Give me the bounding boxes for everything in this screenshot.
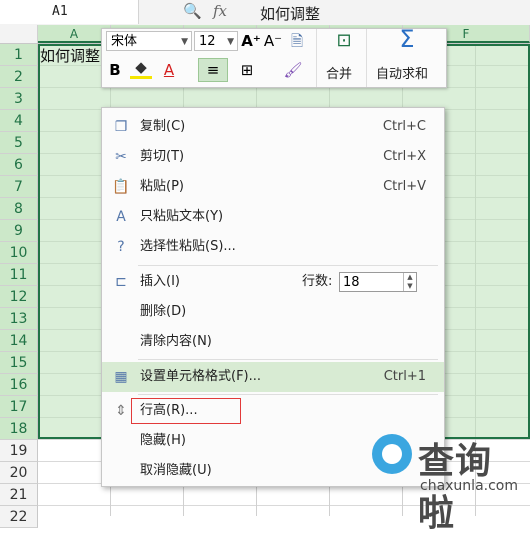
clear-format-icon[interactable]: 🗎 [286,30,308,52]
merge-button[interactable]: 合并 [326,63,352,82]
menu-item-paste-text[interactable]: A 只粘贴文本(Y) [102,202,444,232]
menu-separator [138,394,438,395]
watermark: 查询啦 chaxunla.com [362,428,522,534]
align-center-icon[interactable]: ≡ [198,58,228,82]
copy-icon: ❐ [114,119,128,135]
cell-reference: A1 [52,4,68,19]
toolbar-divider [316,29,317,87]
merge-icon[interactable]: ⊡ [330,30,358,52]
chevron-down-icon: ▼ [181,37,188,47]
row-header-8[interactable]: 8 [0,198,38,220]
row-header-11[interactable]: 11 [0,264,38,286]
row-header-10[interactable]: 10 [0,242,38,264]
row-header: 1 2 3 4 5 6 7 8 9 10 11 12 13 14 15 16 17 18 19 20 21 22 [0,44,38,528]
menu-item-clear-contents[interactable]: 清除内容(N) [102,327,444,357]
rows-count-label: 行数: [302,274,333,289]
autosum-button[interactable]: 自动求和 [376,63,428,82]
row-header-12[interactable]: 12 [0,286,38,308]
row-header-22[interactable]: 22 [0,506,38,528]
row-header-7[interactable]: 7 [0,176,38,198]
menu-item-paste[interactable]: 📋 粘贴(P) Ctrl+V [102,172,444,202]
toolbar-divider [366,29,367,87]
row-header-4[interactable]: 4 [0,110,38,132]
paste-text-icon: A [116,209,126,225]
row-header-15[interactable]: 15 [0,352,38,374]
shrink-font-button[interactable]: A⁻ [262,30,284,52]
format-cells-icon: ▦ [114,369,128,385]
row-header-19[interactable]: 19 [0,440,38,462]
font-size-select[interactable]: 12 ▼ [194,31,238,51]
menu-item-copy[interactable]: ❐ 复制(C) Ctrl+C [102,112,444,142]
bold-button[interactable]: B [104,59,126,81]
row-header-1[interactable]: 1 [0,44,38,66]
grow-font-button[interactable]: A⁺ [240,30,262,52]
row-header-16[interactable]: 16 [0,374,38,396]
stepper-arrows-icon[interactable]: ▲ ▼ [403,273,416,291]
rows-count-value[interactable]: 18 [343,275,360,290]
fx-icon[interactable]: fx [213,2,227,20]
rows-count-stepper[interactable]: 18 ▲ ▼ [339,272,417,292]
select-all-corner[interactable] [0,25,38,43]
paste-special-icon: ? [117,239,125,255]
watermark-url: chaxunla.com [420,478,518,494]
cell-a1[interactable]: 如何调整 [40,45,100,66]
menu-item-delete[interactable]: 删除(D) [102,297,444,327]
name-box[interactable]: A1 [0,0,139,24]
border-icon[interactable]: ⊞ [236,59,258,81]
row-header-14[interactable]: 14 [0,330,38,352]
row-header-6[interactable]: 6 [0,154,38,176]
insert-icon: ⊏ [115,274,127,290]
mini-toolbar: 宋体 ▼ 12 ▼ A⁺ A⁻ 🗎 B ◆ A ≡ ⊞ 🖌 ⊡ 合并 Σ 自动求和 [101,27,447,88]
row-header-17[interactable]: 17 [0,396,38,418]
fill-color-icon[interactable]: ◆ [130,59,152,79]
sigma-icon[interactable]: Σ [394,27,420,51]
row-header-3[interactable]: 3 [0,88,38,110]
highlight-box [131,398,241,424]
menu-item-format-cells[interactable]: ▦ 设置单元格格式(F)... Ctrl+1 [102,362,444,392]
row-header-9[interactable]: 9 [0,220,38,242]
chevron-down-icon: ▼ [227,37,234,47]
formula-bar: A1 🔍 fx 如何调整 [0,0,530,26]
row-header-13[interactable]: 13 [0,308,38,330]
cut-icon: ✂ [115,149,127,165]
paste-icon: 📋 [112,179,130,195]
menu-item-paste-special[interactable]: ? 选择性粘贴(S)... [102,232,444,262]
format-painter-icon[interactable]: 🖌 [282,59,304,81]
row-header-21[interactable]: 21 [0,484,38,506]
zoom-icon[interactable]: 🔍 [183,2,202,20]
menu-item-cut[interactable]: ✂ 剪切(T) Ctrl+X [102,142,444,172]
row-header-2[interactable]: 2 [0,66,38,88]
watermark-logo-icon [372,434,412,474]
row-header-20[interactable]: 20 [0,462,38,484]
formula-input[interactable]: 如何调整 [260,3,320,24]
font-color-button[interactable]: A [158,59,180,81]
menu-separator [138,265,438,266]
menu-separator [138,359,438,360]
font-name-select[interactable]: 宋体 ▼ [106,31,192,51]
font-size-value: 12 [199,34,216,49]
row-height-icon: ⇕ [115,403,127,419]
row-header-18[interactable]: 18 [0,418,38,440]
row-header-5[interactable]: 5 [0,132,38,154]
font-name-value: 宋体 [111,34,138,49]
